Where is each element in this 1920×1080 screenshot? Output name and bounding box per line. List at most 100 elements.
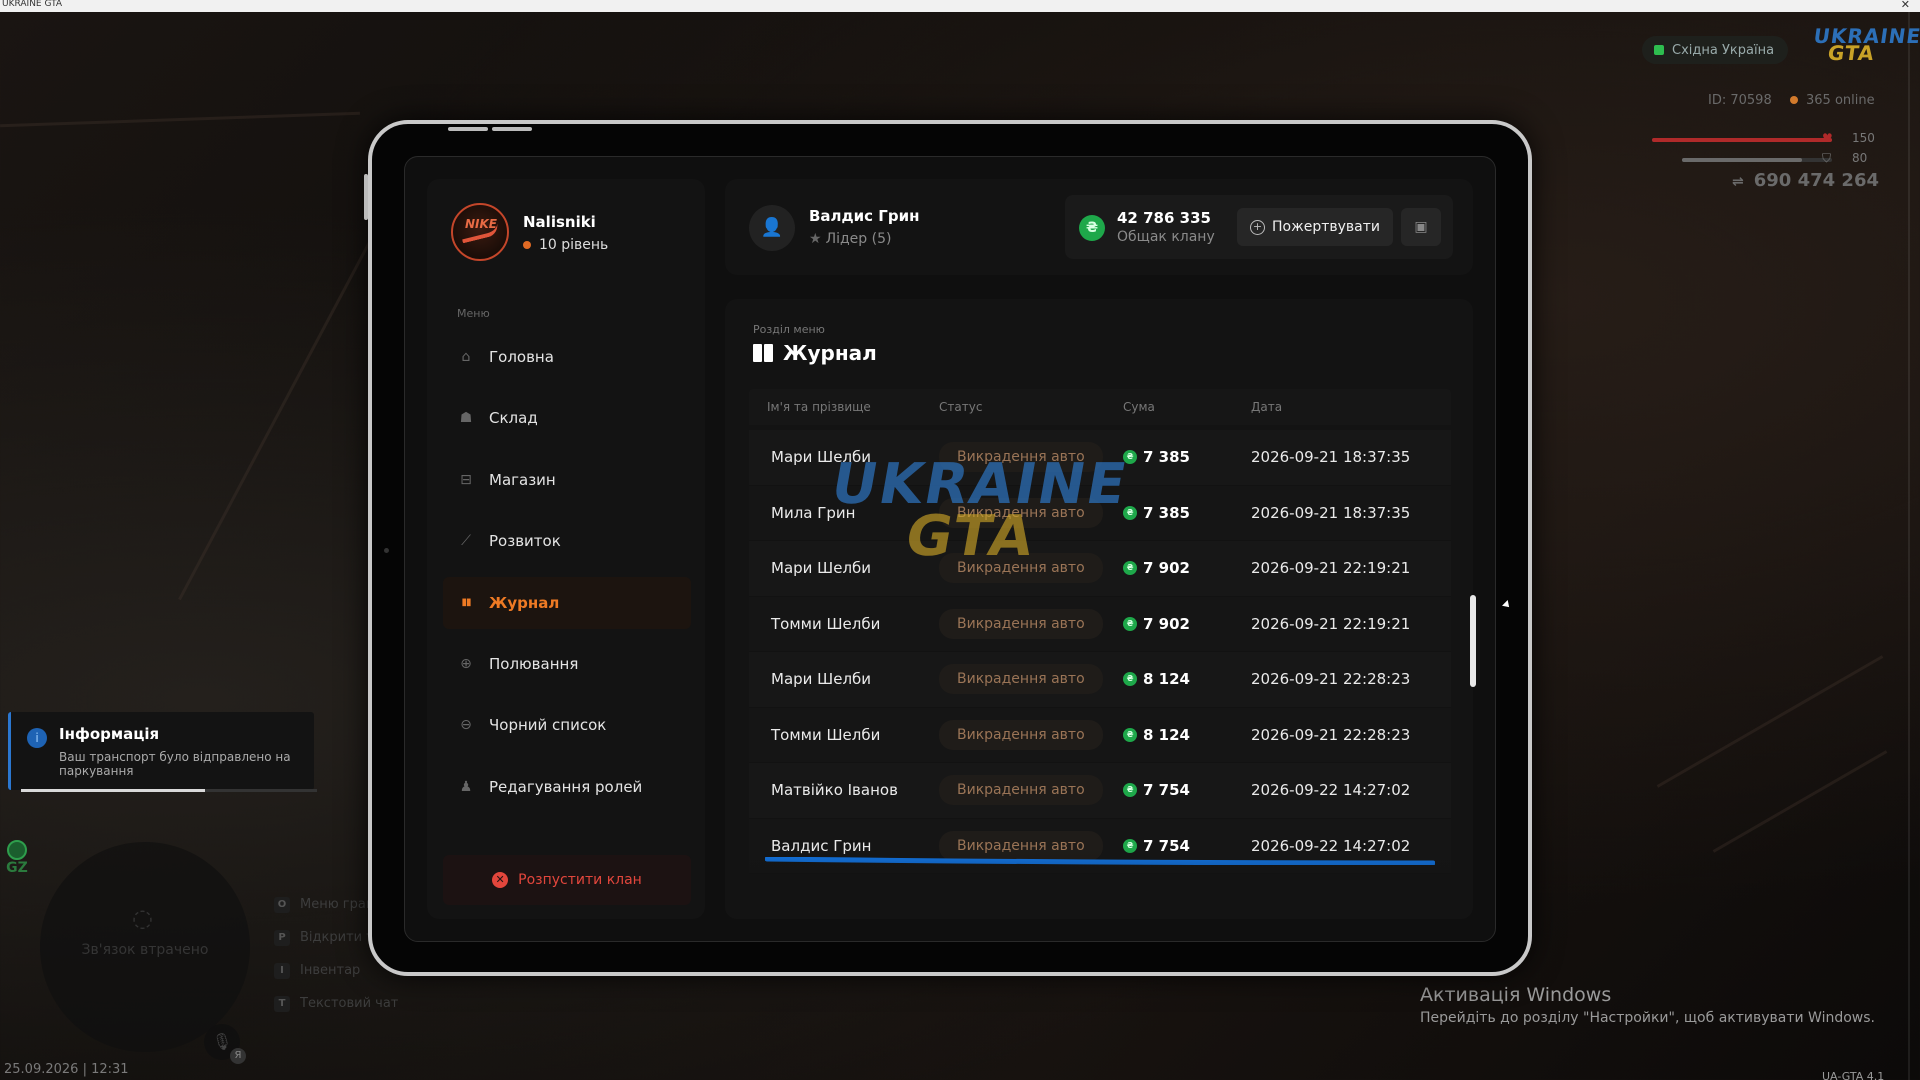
clan-bank: ₴ 42 786 335 Общак клану + Пожертвувати ▣ [1065, 195, 1453, 259]
amount-value: 8 124 [1143, 670, 1190, 689]
sidebar-item-label: Склад [489, 409, 538, 428]
amount-value: 8 124 [1143, 725, 1190, 744]
user-name: Валдис Грин [809, 207, 920, 225]
server-badge: Східна Україна [1642, 36, 1789, 64]
windows-activation-watermark: Активація Windows Перейдіть до розділу "… [1420, 984, 1875, 1026]
health-value: 150 [1852, 131, 1875, 145]
journal-table: Мари Шелби Викрадення авто ₴ 7 385 2026-09-2… [749, 430, 1451, 874]
amount-value: 7 754 [1143, 836, 1190, 855]
table-row: Томми Шелби Викрадення авто ₴ 7 902 2026-09-… [749, 596, 1451, 652]
row-name: Томми Шелби [771, 725, 881, 744]
sidebar-item-shop[interactable]: ⊟ Магазин [443, 454, 691, 506]
window-title-bar: UKRAINE GTA ✕ [0, 0, 1920, 12]
close-icon[interactable]: ✕ [1901, 0, 1910, 11]
wifi-off-icon: ◌ [132, 904, 153, 932]
notification-progress-fill [21, 789, 205, 792]
clan-app: NIKE Nalisniki 10 рівень Меню ⌂ Головна ☗… [404, 156, 1496, 942]
amount-value: 7 385 [1143, 448, 1190, 467]
row-amount: ₴ 7 902 [1123, 559, 1251, 577]
activation-title: Активація Windows [1420, 984, 1612, 1006]
basket-icon: ⊟ [460, 471, 472, 488]
row-name: Валдис Грин [771, 836, 872, 855]
scene-beam [1656, 655, 1884, 788]
sidebar-item-members[interactable]: ☗ Склад [443, 392, 691, 444]
close-circle-icon: ✕ [492, 872, 509, 888]
armor-fill [1682, 158, 1802, 162]
row-date: 2026-09-21 18:37:35 [1251, 448, 1411, 467]
row-name: Мила Грин [771, 503, 856, 522]
row-date: 2026-09-21 22:19:21 [1251, 559, 1411, 578]
column-status: Статус [939, 400, 983, 414]
book-icon [753, 344, 773, 362]
activation-text: Перейдіть до розділу "Настройки", щоб ак… [1420, 1010, 1875, 1026]
armor-bar [1682, 158, 1832, 162]
row-status: Викрадення авто [939, 497, 1123, 528]
notification-progress [21, 789, 317, 792]
cash-value: 690 474 264 [1753, 170, 1879, 191]
table-row: Мари Шелби Викрадення авто ₴ 8 124 2026-09-2… [749, 652, 1451, 708]
row-amount: ₴ 8 124 [1123, 726, 1251, 744]
minimap: ◌ Зв'язок втрачено [40, 842, 250, 1052]
status-badge: Викрадення авто [939, 830, 1103, 861]
sidebar-item-home[interactable]: ⌂ Головна [443, 331, 691, 383]
sidebar-item-edit-roles[interactable]: ♟ Редагування ролей [443, 761, 691, 813]
sidebar-item-label: Журнал [489, 593, 560, 612]
journal-panel: Розділ меню Журнал Ім'я та прізвище Стат… [725, 299, 1473, 919]
sidebar-item-journal[interactable]: ▮▮ Журнал [443, 576, 691, 629]
donate-button[interactable]: + Пожертвувати [1237, 208, 1393, 246]
window-title: UKRAINE GTA [2, 0, 63, 9]
server-name: Східна Україна [1672, 42, 1775, 58]
scrollbar[interactable] [1470, 595, 1476, 687]
currency-icon: ₴ [1123, 505, 1137, 520]
shield-icon: ⛉ [1822, 151, 1832, 165]
table-row: Томми Шелби Викрадення авто ₴ 8 124 2026-09-… [749, 707, 1451, 763]
profile-name: Nalisniki [523, 213, 596, 231]
online-count: 365 online [1790, 93, 1875, 108]
status-badge: Викрадення авто [939, 719, 1103, 750]
row-name: Матвійко Іванов [771, 781, 898, 800]
microphone-icon[interactable]: 🎙 Я [204, 1024, 246, 1064]
people-icon: ☗ [459, 410, 473, 427]
gang-zone-indicator: GZ [4, 840, 30, 880]
level-dot-icon [523, 241, 531, 249]
keybind-label: Інвентар [300, 963, 361, 978]
amount-value: 7 902 [1143, 614, 1190, 633]
row-status: Викрадення авто [939, 719, 1123, 750]
info-icon: i [27, 728, 47, 748]
amount-value: 7 754 [1143, 781, 1190, 800]
row-status: Викрадення авто [939, 553, 1123, 584]
row-status: Викрадення авто [939, 442, 1123, 473]
status-badge: Викрадення авто [939, 442, 1103, 473]
currency-icon: ₴ [1123, 727, 1137, 742]
section-label: Розділ меню [753, 323, 825, 336]
sidebar-item-blacklist[interactable]: ⊖ Чорний список [443, 699, 691, 751]
sidebar-menu: ⌂ Головна ☗ Склад ⊟ Магазин ⟋ Розвиток ▮▮ Жур… [443, 331, 691, 822]
row-date: 2026-09-21 22:19:21 [1251, 614, 1411, 633]
screen-edge [1908, 12, 1910, 1080]
table-row: Валдис Грин Викрадення авто ₴ 7 754 2026-09-… [749, 818, 1451, 874]
sidebar-item-label: Редагування ролей [489, 777, 643, 796]
info-notification: i Інформація Ваш транспорт було відправл… [8, 712, 317, 792]
left-panel: NIKE Nalisniki 10 рівень Меню ⌂ Головна ☗… [427, 179, 705, 919]
tablet-camera [384, 548, 389, 553]
keybind-item: T Текстовий чат [274, 987, 426, 1020]
row-name: Мари Шелби [771, 559, 872, 578]
sidebar-item-development[interactable]: ⟋ Розвиток [443, 515, 691, 567]
server-status-icon [1654, 45, 1664, 55]
sidebar-item-hunting[interactable]: ⊕ Полювання [443, 638, 691, 690]
disband-clan-button[interactable]: ✕ Розпустити клан [443, 855, 691, 905]
table-header: Ім'я та прізвище Статус Сума Дата [749, 389, 1451, 425]
amount-value: 7 902 [1143, 559, 1190, 578]
column-amount: Сума [1123, 400, 1155, 414]
level-text: 10 рівень [539, 237, 609, 253]
keybind-key: O [274, 896, 290, 913]
online-icon [1790, 96, 1798, 104]
tablet-top-buttons [448, 116, 536, 135]
archive-icon[interactable]: ▣ [1401, 208, 1441, 246]
sidebar-item-label: Розвиток [489, 532, 561, 551]
keybind-key: P [274, 929, 290, 946]
page-title-text: Журнал [783, 341, 877, 365]
currency-icon: ₴ [1123, 616, 1137, 631]
table-row: Матвійко Іванов Викрадення авто ₴ 7 754 2026… [749, 763, 1451, 819]
column-date: Дата [1251, 400, 1283, 414]
